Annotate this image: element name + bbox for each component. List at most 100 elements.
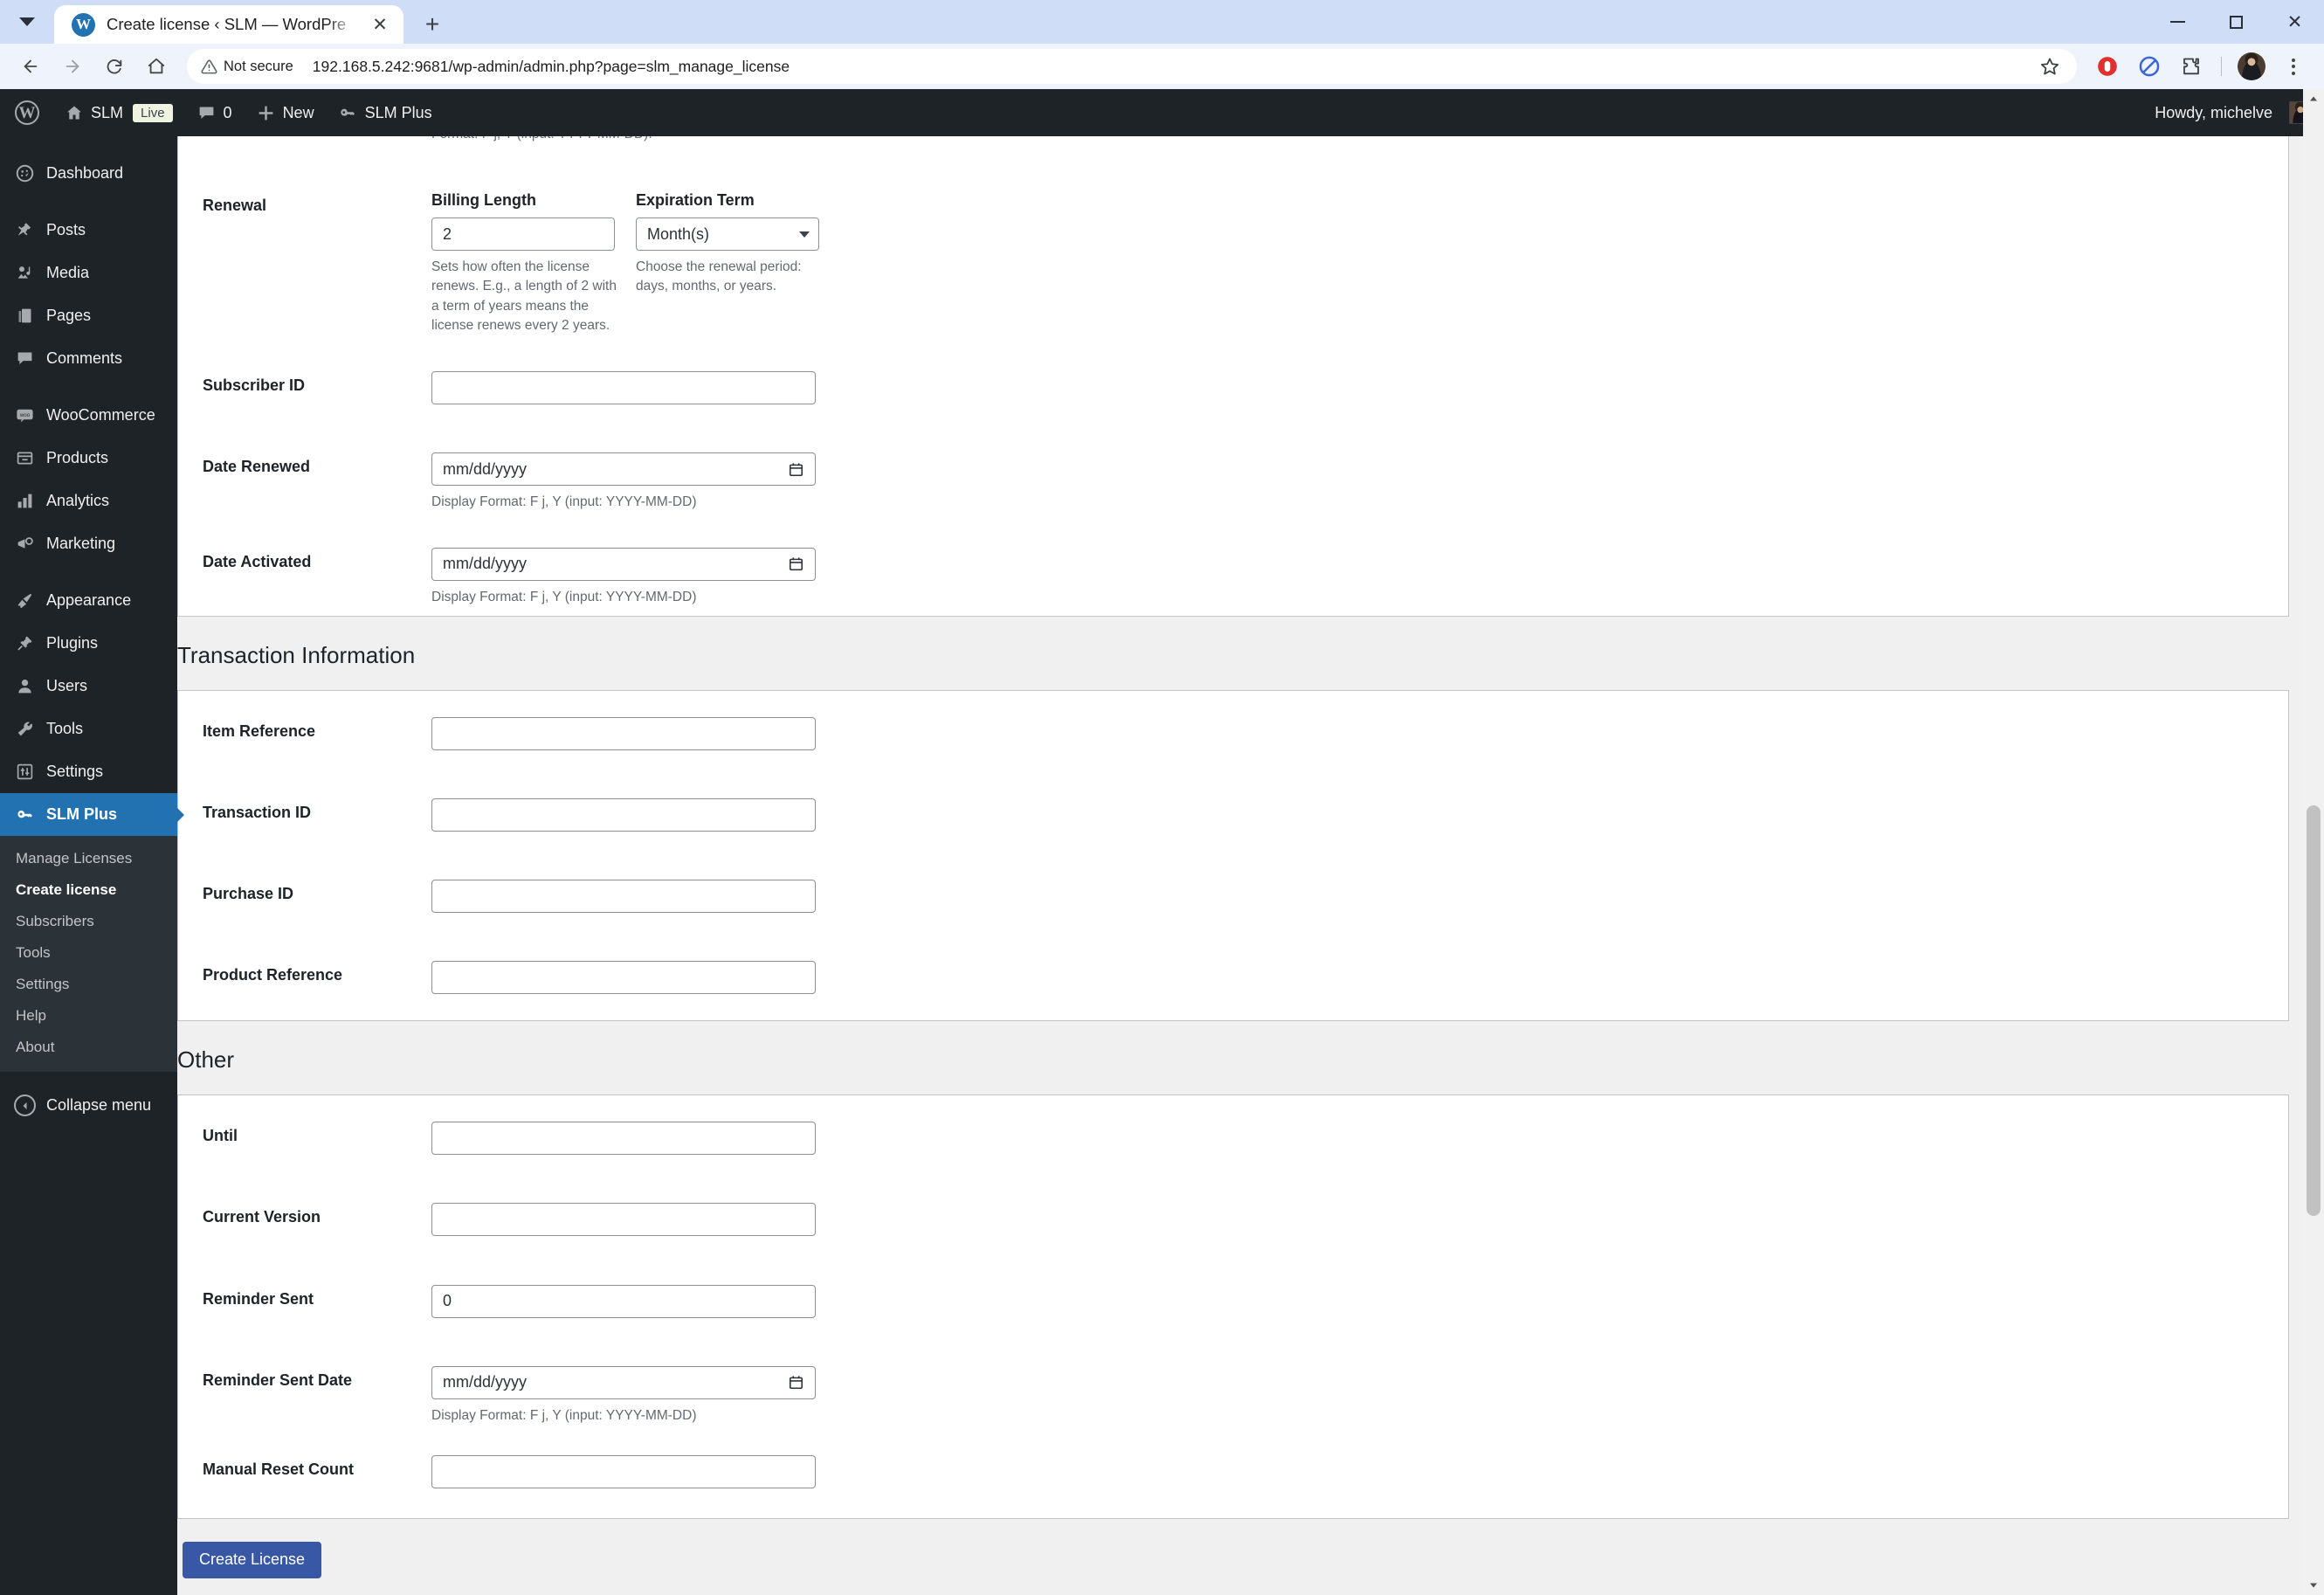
browser-tab[interactable]: W Create license ‹ SLM — WordPre ✕ (54, 5, 403, 44)
date-renewed-row: Date Renewed mm/dd/yyyy Display Format: … (178, 426, 2288, 521)
transaction-section-title: Transaction Information (177, 642, 416, 668)
expiration-term-select[interactable]: Month(s) (636, 218, 819, 251)
pages-icon (14, 305, 36, 327)
sidebar-item-label: Plugins (46, 634, 99, 652)
maximize-window-button[interactable] (2207, 0, 2265, 44)
minimize-window-button[interactable] (2148, 0, 2207, 44)
tab-search-button[interactable] (0, 0, 54, 44)
calendar-icon[interactable] (788, 556, 804, 572)
create-license-button[interactable]: Create License (183, 1542, 322, 1578)
wp-logo-menu[interactable]: W (0, 89, 53, 136)
browser-toolbar: Not secure 192.168.5.242:9681/wp-admin/a… (0, 44, 2324, 89)
site-name-menu[interactable]: SLM Live (53, 89, 185, 136)
plug-icon (14, 632, 36, 654)
sidebar-item-comments[interactable]: Comments (0, 337, 177, 380)
address-bar[interactable]: Not secure 192.168.5.242:9681/wp-admin/a… (187, 49, 2077, 84)
products-icon (14, 447, 36, 469)
security-label: Not secure (224, 58, 293, 74)
new-content-menu[interactable]: New (245, 89, 327, 136)
howdy-menu[interactable]: Howdy, michelve (2142, 89, 2324, 136)
renewal-label: Renewal (203, 197, 267, 214)
blocker-extension-icon[interactable] (2129, 46, 2169, 86)
calendar-icon[interactable] (788, 1374, 804, 1391)
submenu-item-help[interactable]: Help (0, 1000, 177, 1032)
close-tab-icon[interactable]: ✕ (369, 13, 391, 36)
comments-menu[interactable]: 0 (185, 89, 245, 136)
toolbar-right-icons (2087, 46, 2314, 86)
adblock-extension-icon[interactable] (2087, 46, 2127, 86)
sidebar-item-marketing[interactable]: Marketing (0, 522, 177, 565)
other-section-title: Other (177, 1046, 235, 1074)
reload-button[interactable] (94, 46, 134, 86)
new-tab-button[interactable]: + (412, 5, 452, 44)
back-button[interactable] (10, 46, 51, 86)
sidebar-item-users[interactable]: Users (0, 665, 177, 708)
current-version-input[interactable] (431, 1203, 816, 1237)
subscriber-id-input[interactable] (431, 370, 816, 404)
billing-length-input[interactable] (431, 218, 615, 251)
submenu-item-manage-licenses[interactable]: Manage Licenses (0, 843, 177, 874)
submenu-item-subscribers[interactable]: Subscribers (0, 906, 177, 937)
profile-avatar-button[interactable] (2231, 46, 2272, 86)
wp-admin-bar: W SLM Live 0 New SLM Plus Howdy, michelv… (0, 89, 2324, 136)
sidebar-item-media[interactable]: Media (0, 252, 177, 294)
admin-content: Choose this date to set when the license… (177, 105, 2324, 1595)
collapse-arrow-icon (14, 1094, 36, 1116)
purchase-id-input[interactable] (431, 880, 816, 914)
reminder-sent-cell (423, 1259, 2288, 1340)
reminder-sent-input[interactable] (431, 1284, 816, 1318)
submenu-item-create-license[interactable]: Create license (0, 874, 177, 906)
plus-icon (257, 104, 275, 122)
date-renewed-input[interactable]: mm/dd/yyyy (431, 452, 816, 487)
sidebar-item-label: Media (46, 264, 90, 281)
sidebar-item-woocommerce[interactable]: woo WooCommerce (0, 394, 177, 437)
transaction-id-label: Transaction ID (203, 803, 312, 821)
until-input[interactable] (431, 1122, 816, 1156)
close-window-button[interactable]: ✕ (2265, 0, 2324, 44)
admin-sidebar: Dashboard Posts Media Pages Comments woo… (0, 136, 177, 1595)
slm-plus-adminbar-menu[interactable]: SLM Plus (327, 89, 445, 136)
sidebar-item-pages[interactable]: Pages (0, 294, 177, 337)
collapse-menu-button[interactable]: Collapse menu (0, 1081, 177, 1130)
home-button[interactable] (136, 46, 176, 86)
scroll-up-arrow-icon[interactable] (2303, 89, 2324, 108)
scroll-down-arrow-icon[interactable] (2303, 1576, 2324, 1595)
sidebar-item-dashboard[interactable]: Dashboard (0, 152, 177, 195)
date-activated-description: Display Format: F j, Y (input: YYYY-MM-D… (431, 589, 697, 604)
sidebar-item-appearance[interactable]: Appearance (0, 579, 177, 622)
item-reference-input[interactable] (431, 716, 816, 750)
submenu-item-settings[interactable]: Settings (0, 969, 177, 1000)
sidebar-item-products[interactable]: Products (0, 437, 177, 480)
transaction-id-input[interactable] (431, 798, 816, 832)
key-icon (14, 804, 36, 825)
scrollbar-thumb[interactable] (2307, 805, 2321, 1216)
date-renewed-description: Display Format: F j, Y (input: YYYY-MM-D… (431, 494, 697, 510)
bookmark-star-icon[interactable] (2030, 46, 2070, 86)
megaphone-icon (14, 533, 36, 555)
sidebar-item-plugins[interactable]: Plugins (0, 622, 177, 665)
forward-button[interactable] (52, 46, 93, 86)
sidebar-item-settings[interactable]: Settings (0, 750, 177, 793)
sidebar-item-label: Users (46, 677, 88, 694)
sidebar-item-tools[interactable]: Tools (0, 708, 177, 750)
manual-reset-count-input[interactable] (431, 1455, 816, 1489)
sidebar-item-slm-plus[interactable]: SLM Plus (0, 793, 177, 836)
date-activated-input[interactable]: mm/dd/yyyy (431, 547, 816, 581)
until-row: Until (178, 1095, 2288, 1177)
sidebar-item-posts[interactable]: Posts (0, 209, 177, 252)
submenu-item-tools[interactable]: Tools (0, 937, 177, 969)
page-scrollbar[interactable] (2303, 89, 2324, 1595)
site-security-chip[interactable]: Not secure (192, 52, 304, 80)
reminder-sent-label: Reminder Sent (203, 1289, 314, 1308)
reminder-sent-date-input[interactable]: mm/dd/yyyy (431, 1365, 816, 1399)
browser-menu-button[interactable] (2273, 46, 2314, 86)
product-reference-input[interactable] (431, 961, 816, 995)
submenu-item-about[interactable]: About (0, 1032, 177, 1063)
expiration-term-label: Expiration Term (636, 191, 755, 209)
billing-length-description: Sets how often the license renews. E.g.,… (431, 259, 617, 334)
sidebar-item-analytics[interactable]: Analytics (0, 480, 177, 522)
wrench-icon (14, 718, 36, 740)
puzzle-extensions-icon[interactable] (2171, 46, 2211, 86)
reminder-sent-date-description: Display Format: F j, Y (input: YYYY-MM-D… (431, 1407, 697, 1423)
calendar-icon[interactable] (788, 461, 804, 478)
